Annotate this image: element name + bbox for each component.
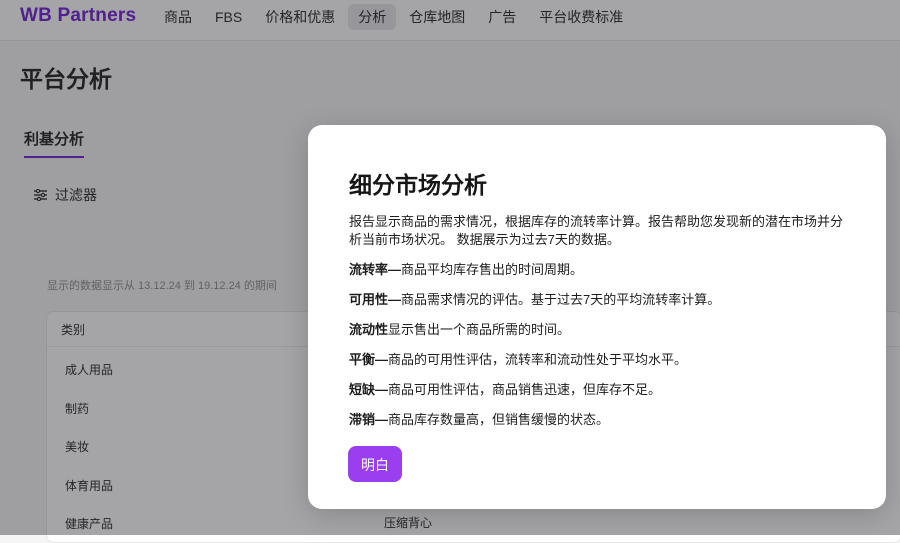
definition-term: 平衡— bbox=[349, 352, 389, 367]
niche-analysis-modal: 细分市场分析 报告显示商品的需求情况，根据库存的流转率计算。报告帮助您发现新的潜… bbox=[308, 125, 886, 509]
definition-term: 流动性 bbox=[349, 322, 389, 337]
got-it-button[interactable]: 明白 bbox=[348, 446, 402, 482]
definition-item: 流转率—商品平均库存售出的时间周期。 bbox=[349, 261, 849, 279]
definition-term: 短缺— bbox=[349, 382, 389, 397]
definition-term: 流转率— bbox=[349, 262, 402, 277]
definition-term: 可用性— bbox=[349, 292, 402, 307]
modal-title: 细分市场分析 bbox=[349, 172, 487, 198]
definition-item: 滞销—商品库存数量高，但销售缓慢的状态。 bbox=[349, 411, 849, 429]
modal-body: 报告显示商品的需求情况，根据库存的流转率计算。报告帮助您发现新的潜在市场并分析当… bbox=[349, 213, 849, 441]
definition-text: 商品需求情况的评估。基于过去7天的平均流转率计算。 bbox=[401, 292, 721, 307]
definition-text: 显示售出一个商品所需的时间。 bbox=[388, 322, 571, 337]
modal-intro: 报告显示商品的需求情况，根据库存的流转率计算。报告帮助您发现新的潜在市场并分析当… bbox=[349, 214, 844, 247]
definition-term: 滞销— bbox=[349, 412, 389, 427]
definition-text: 商品库存数量高，但销售缓慢的状态。 bbox=[388, 412, 610, 427]
definition-item: 流动性显示售出一个商品所需的时间。 bbox=[349, 321, 849, 339]
definition-text: 商品可用性评估，商品销售迅速，但库存不足。 bbox=[388, 382, 662, 397]
definition-item: 可用性—商品需求情况的评估。基于过去7天的平均流转率计算。 bbox=[349, 291, 849, 309]
definition-item: 短缺—商品可用性评估，商品销售迅速，但库存不足。 bbox=[349, 381, 849, 399]
definition-text: 商品平均库存售出的时间周期。 bbox=[401, 262, 584, 277]
definition-item: 平衡—商品的可用性评估，流转率和流动性处于平均水平。 bbox=[349, 351, 849, 369]
definition-text: 商品的可用性评估，流转率和流动性处于平均水平。 bbox=[388, 352, 688, 367]
